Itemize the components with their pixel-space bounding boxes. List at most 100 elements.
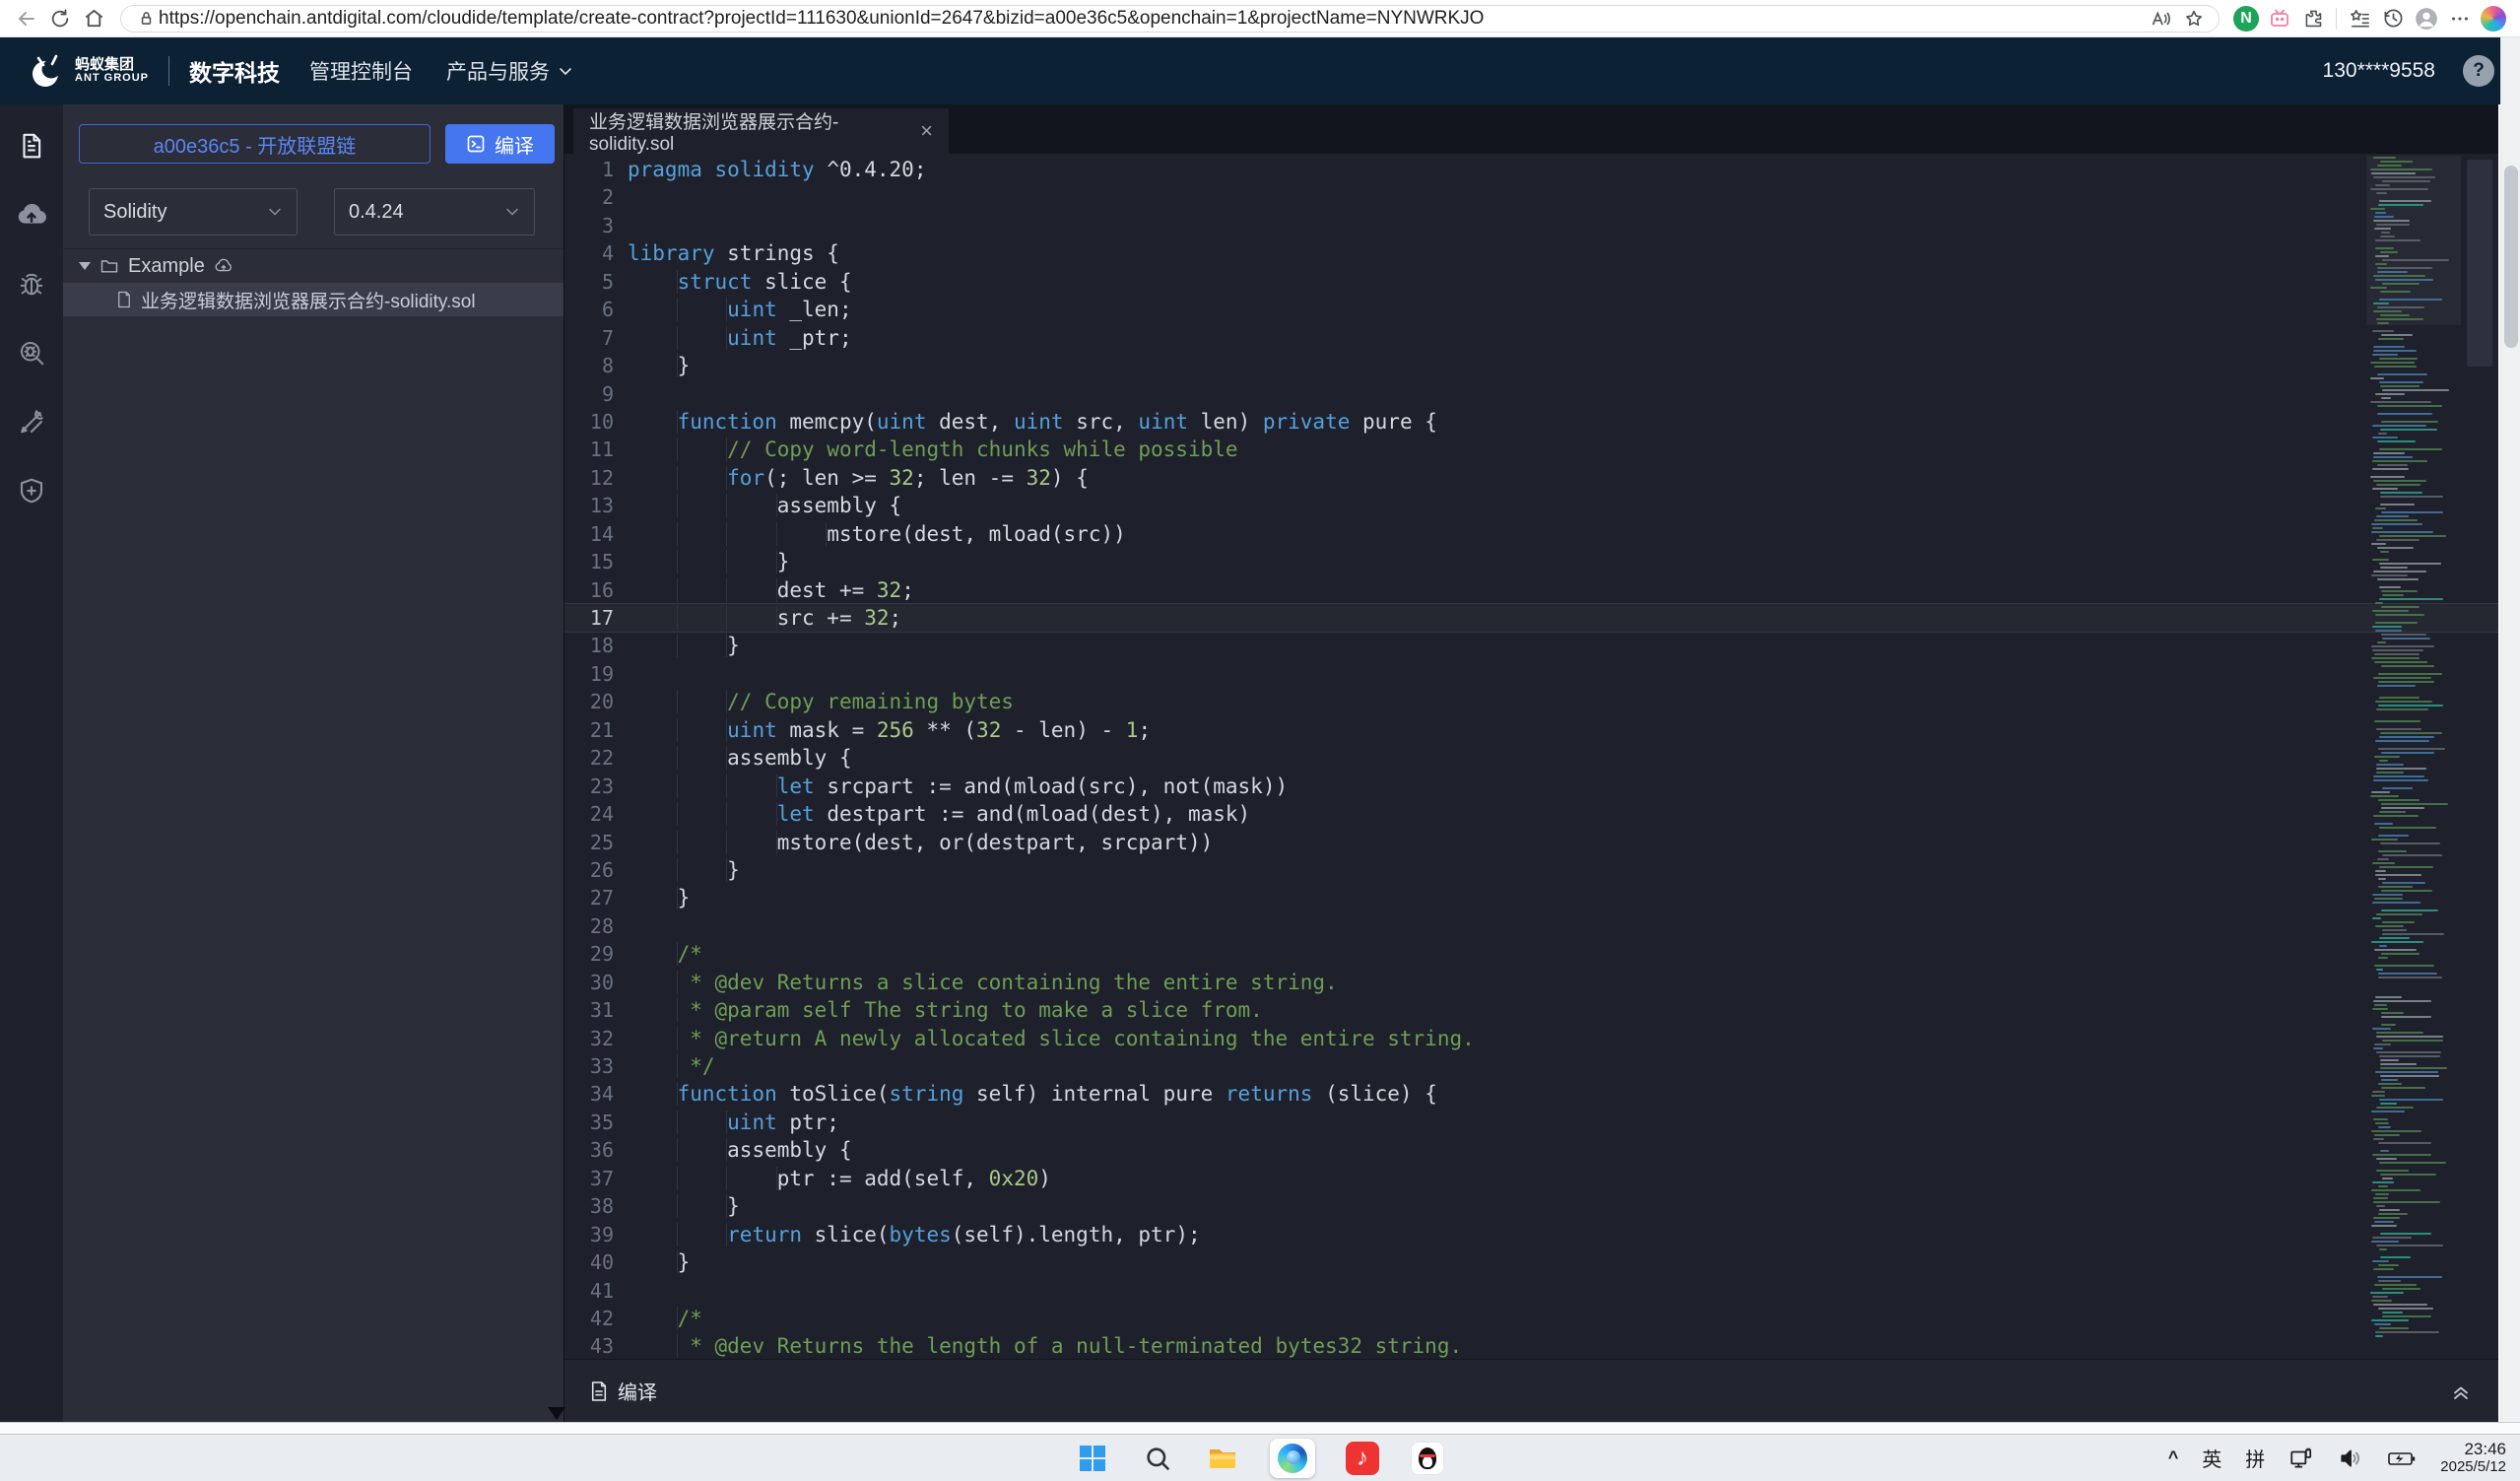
tv-extension-icon[interactable] [2263, 2, 2296, 35]
code-line[interactable]: 43 * @dev Returns the length of a null-t… [564, 1332, 2498, 1359]
code-line[interactable]: 1pragma solidity ^0.4.20; [564, 156, 2498, 183]
security-shield-icon[interactable] [14, 473, 49, 508]
account-phone[interactable]: 130****9558 [2323, 59, 2435, 83]
files-icon[interactable] [14, 128, 49, 164]
extensions-puzzle-icon[interactable] [2296, 2, 2330, 35]
code-line[interactable]: 5 struct slice { [564, 268, 2498, 296]
code-line[interactable]: 3 [564, 212, 2498, 239]
netease-music-icon[interactable]: ♪ [1345, 1441, 1380, 1476]
code-line[interactable]: 14 mstore(dest, mload(src)) [564, 520, 2498, 548]
ime-english[interactable]: 英 [2202, 1444, 2222, 1472]
code-line[interactable]: 31 * @param self The string to make a sl… [564, 996, 2498, 1024]
code-line[interactable]: 32 * @return A newly allocated slice con… [564, 1025, 2498, 1052]
file-explorer-icon[interactable] [1205, 1441, 1240, 1476]
qq-icon[interactable] [1410, 1441, 1445, 1476]
code-line[interactable]: 28 [564, 912, 2498, 940]
tree-folder-example[interactable]: Example [63, 249, 564, 283]
code-line[interactable]: 2 [564, 183, 2498, 211]
code-line[interactable]: 35 uint ptr; [564, 1109, 2498, 1136]
resize-handle[interactable] [548, 1407, 565, 1420]
tools-icon[interactable] [14, 404, 49, 439]
code-line[interactable]: 23 let srcpart := and(mload(src), not(ma… [564, 773, 2498, 800]
nav-console[interactable]: 管理控制台 [309, 56, 413, 86]
code-line[interactable]: 17 src += 32; [564, 604, 2498, 632]
minimap[interactable] [2370, 156, 2457, 1359]
expand-panel-icon[interactable] [2449, 1380, 2473, 1403]
scan-bug-icon[interactable] [14, 335, 49, 370]
code-line[interactable]: 12 for(; len >= 32; len -= 32) { [564, 464, 2498, 492]
tab-close-icon[interactable]: × [920, 120, 933, 142]
help-button[interactable]: ? [2463, 55, 2494, 87]
editor-scrollbar-thumb[interactable] [2467, 160, 2492, 367]
version-select[interactable]: 0.4.24 [334, 188, 535, 236]
code-line[interactable]: 8 } [564, 352, 2498, 379]
copilot-icon[interactable] [2477, 2, 2510, 35]
compile-button-top[interactable]: 编译 [445, 124, 555, 164]
code-line[interactable]: 27 } [564, 884, 2498, 911]
history-icon[interactable] [2376, 2, 2410, 35]
code-line[interactable]: 20 // Copy remaining bytes [564, 688, 2498, 715]
read-aloud-icon[interactable] [2144, 2, 2177, 35]
url-text[interactable]: https://openchain.antdigital.com/cloudid… [159, 6, 2144, 32]
code-line[interactable]: 26 } [564, 856, 2498, 884]
search-icon[interactable] [1140, 1441, 1175, 1476]
code-line[interactable]: 34 function toSlice(string self) interna… [564, 1080, 2498, 1108]
code-line[interactable]: 38 } [564, 1192, 2498, 1220]
favorite-star-icon[interactable] [2177, 2, 2211, 35]
profile-avatar-icon[interactable] [2410, 2, 2443, 35]
address-bar[interactable]: https://openchain.antdigital.com/cloudid… [120, 5, 2220, 33]
code-line[interactable]: 24 let destpart := and(mload(dest), mask… [564, 800, 2498, 828]
code-line[interactable]: 39 return slice(bytes(self).length, ptr)… [564, 1221, 2498, 1248]
file-label: 业务逻辑数据浏览器展示合约-solidity.sol [141, 287, 476, 313]
code-line[interactable]: 6 uint _len; [564, 296, 2498, 323]
code-line[interactable]: 30 * @dev Returns a slice containing the… [564, 969, 2498, 996]
back-icon[interactable] [10, 2, 43, 35]
code-line[interactable]: 18 } [564, 632, 2498, 659]
code-line[interactable]: 42 /* [564, 1305, 2498, 1332]
code-line[interactable]: 4library strings { [564, 239, 2498, 267]
battery-icon[interactable] [2387, 1446, 2417, 1471]
lock-icon[interactable] [133, 2, 159, 35]
code-line[interactable]: 7 uint _ptr; [564, 324, 2498, 352]
chain-select-button[interactable]: a00e36c5 - 开放联盟链 [79, 124, 431, 164]
line-number: 5 [564, 268, 614, 296]
n-extension-icon[interactable]: N [2229, 2, 2263, 35]
debug-bug-icon[interactable] [14, 266, 49, 302]
nav-products[interactable]: 产品与服务 [446, 56, 573, 86]
code-line[interactable]: 33 */ [564, 1052, 2498, 1080]
language-select[interactable]: Solidity [89, 188, 298, 236]
code-line[interactable]: 22 assembly { [564, 744, 2498, 772]
code-line[interactable]: 16 dest += 32; [564, 576, 2498, 604]
start-button-icon[interactable] [1075, 1441, 1110, 1476]
more-options-icon[interactable] [2443, 2, 2477, 35]
code-line[interactable]: 15 } [564, 548, 2498, 575]
code-line[interactable]: 19 [564, 660, 2498, 688]
ime-pinyin[interactable]: 拼 [2245, 1444, 2265, 1472]
cloud-upload-icon[interactable] [14, 197, 49, 233]
code-line[interactable]: 13 assembly { [564, 492, 2498, 519]
code-line[interactable]: 21 uint mask = 256 ** (32 - len) - 1; [564, 716, 2498, 744]
clock[interactable]: 23:46 2025/5/12 [2440, 1441, 2506, 1476]
collections-icon[interactable] [2343, 2, 2376, 35]
compile-bar-label[interactable]: 编译 [618, 1377, 657, 1405]
home-icon[interactable] [77, 2, 110, 35]
code-line[interactable]: 40 } [564, 1248, 2498, 1276]
code-line[interactable]: 11 // Copy word-length chunks while poss… [564, 436, 2498, 463]
tree-file-solidity[interactable]: 业务逻辑数据浏览器展示合约-solidity.sol [63, 283, 564, 316]
code-line[interactable]: 29 /* [564, 940, 2498, 968]
refresh-icon[interactable] [43, 2, 77, 35]
code-line[interactable]: 37 ptr := add(self, 0x20) [564, 1165, 2498, 1192]
code-line[interactable]: 25 mstore(dest, or(destpart, srcpart)) [564, 829, 2498, 856]
code-line[interactable]: 9 [564, 380, 2498, 408]
caret-down-icon[interactable] [79, 262, 91, 270]
code-line[interactable]: 41 [564, 1277, 2498, 1305]
tray-expand-chevron[interactable]: ^ [2168, 1447, 2179, 1468]
page-scrollbar-thumb[interactable] [2504, 166, 2518, 348]
code-line[interactable]: 36 assembly { [564, 1136, 2498, 1164]
display-device-icon[interactable] [2288, 1446, 2314, 1471]
speaker-icon[interactable] [2338, 1446, 2363, 1471]
editor-tab[interactable]: 业务逻辑数据浏览器展示合约-solidity.sol × [573, 108, 949, 154]
edge-browser-icon[interactable] [1270, 1439, 1315, 1478]
page-scrollbar[interactable] [2500, 37, 2520, 1422]
code-line[interactable]: 10 function memcpy(uint dest, uint src, … [564, 408, 2498, 436]
